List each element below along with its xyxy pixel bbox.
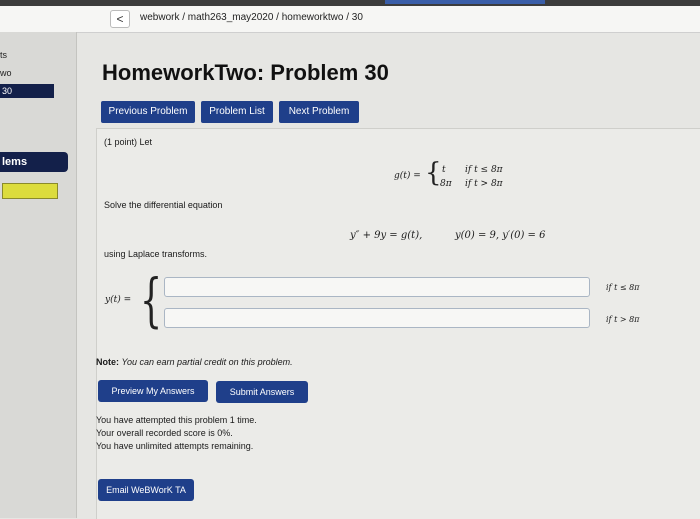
answer-case1-condition: if t ≤ 8π: [606, 283, 640, 292]
breadcrumb[interactable]: webwork / math263_may2020 / homeworktwo …: [140, 12, 363, 23]
email-ta-button[interactable]: Email WeBWorK TA: [98, 479, 194, 501]
sidebar: ts wo 30 lems: [0, 32, 77, 518]
sidebar-item-problem-30[interactable]: 30: [0, 84, 54, 98]
y-brace: {: [140, 266, 163, 334]
back-button[interactable]: <: [110, 10, 130, 28]
g-case1-condition: if t ≤ 8π: [465, 165, 503, 175]
score-text: Your overall recorded score is 0%.: [96, 428, 233, 438]
differential-equation: y″ + 9y = g(t),: [350, 230, 423, 241]
attempts-text: You have attempted this problem 1 time.: [96, 415, 257, 425]
answer-case2-condition: if t > 8π: [606, 315, 640, 324]
initial-conditions: y(0) = 9, y′(0) = 6: [455, 230, 546, 241]
sidebar-problems-header: lems: [0, 152, 68, 172]
answer-field-case1[interactable]: [164, 277, 590, 297]
g-function-lhs: g(t) =: [394, 171, 421, 181]
g-case2-condition: if t > 8π: [465, 179, 503, 189]
g-case1-value: t: [442, 165, 446, 175]
progress-fill: [3, 184, 57, 198]
g-case2-value: 8π: [440, 179, 452, 189]
remaining-text: You have unlimited attempts remaining.: [96, 441, 254, 451]
previous-problem-button[interactable]: Previous Problem: [101, 101, 195, 123]
problem-list-button[interactable]: Problem List: [201, 101, 273, 123]
sidebar-item-homework[interactable]: wo: [0, 68, 12, 78]
sidebar-fragment[interactable]: ts: [0, 50, 7, 60]
partial-credit-note: Note: You can earn partial credit on thi…: [96, 357, 293, 367]
browser-tab-strip: [385, 0, 545, 4]
y-function-lhs: y(t) =: [105, 295, 132, 305]
page-title: HomeworkTwo: Problem 30: [102, 60, 389, 85]
method-text: using Laplace transforms.: [104, 249, 208, 259]
progress-bar: [2, 183, 58, 199]
answer-field-case2[interactable]: [164, 308, 590, 328]
note-text: You can earn partial credit on this prob…: [121, 357, 293, 367]
preview-answers-button[interactable]: Preview My Answers: [98, 380, 208, 402]
instruction-text: Solve the differential equation: [104, 200, 223, 210]
submit-answers-button[interactable]: Submit Answers: [216, 381, 308, 403]
next-problem-button[interactable]: Next Problem: [279, 101, 359, 123]
note-label: Note:: [96, 357, 119, 367]
points-label: (1 point) Let: [104, 137, 153, 147]
browser-address-bar: < webwork / math263_may2020 / homeworktw…: [0, 6, 700, 33]
